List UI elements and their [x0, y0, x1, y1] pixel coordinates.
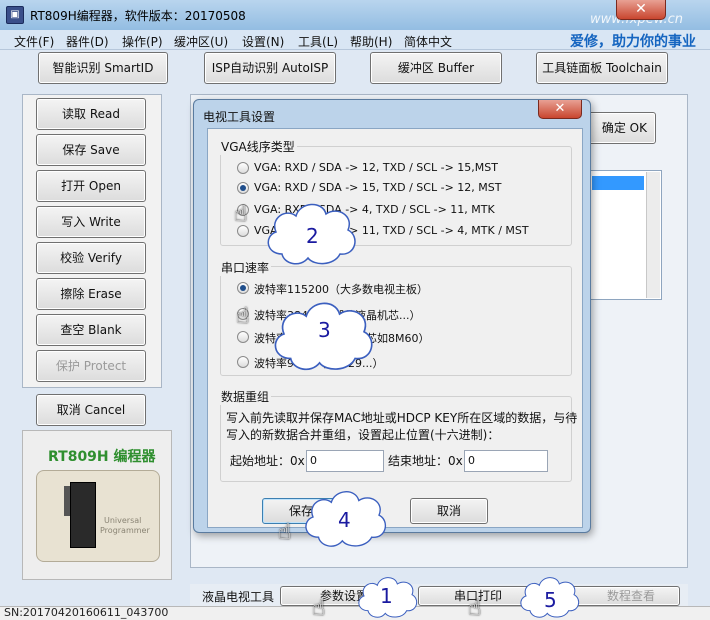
dialog-close-button[interactable]: ✕	[538, 100, 582, 119]
vga-option-2-label[interactable]: VGA: RXD / SDA -> 15, TXD / SCL -> 12, M…	[254, 181, 501, 194]
menu-bar: 文件(F) 器件(D) 操作(P) 缓冲区(U) 设置(N) 工具(L) 帮助(…	[0, 30, 710, 50]
start-address-label: 起始地址：0x	[230, 454, 305, 468]
product-title: RT809H 编程器	[48, 449, 156, 465]
hand-cursor-icon: ☝	[278, 520, 292, 545]
read-button[interactable]: 读取 Read	[36, 98, 146, 130]
menu-help[interactable]: 帮助(H)	[350, 33, 392, 50]
end-address-input[interactable]: 0	[464, 450, 548, 472]
hand-cursor-icon: ☝	[234, 202, 248, 227]
programmer-device-illustration	[36, 470, 160, 562]
start-address-input[interactable]: 0	[306, 450, 384, 472]
dialog-title: 电视工具设置	[203, 110, 276, 124]
menu-language[interactable]: 简体中文	[404, 33, 452, 50]
baud-option-1-radio[interactable]	[237, 282, 249, 294]
end-address-label: 结束地址：0x	[388, 454, 463, 468]
device-print-line1: Universal	[104, 516, 142, 525]
menu-tools[interactable]: 工具(L)	[298, 33, 338, 50]
toolchain-button[interactable]: 工具链面板 Toolchain	[536, 52, 668, 84]
zif-socket	[70, 482, 96, 548]
cancel-operation-button[interactable]: 取消 Cancel	[36, 394, 146, 426]
serial-number-text: SN:20170420160611_043700	[4, 606, 169, 619]
callout-number-4: 4	[338, 508, 351, 532]
menu-buffer[interactable]: 缓冲区(U)	[174, 33, 228, 50]
dialog-cancel-button[interactable]: 取消	[410, 498, 488, 524]
write-button[interactable]: 写入 Write	[36, 206, 146, 238]
smartid-button[interactable]: 智能识别 SmartID	[38, 52, 168, 84]
baud-option-3-radio[interactable]	[237, 331, 249, 343]
erase-button[interactable]: 擦除 Erase	[36, 278, 146, 310]
merge-group-title: 数据重组	[219, 388, 272, 405]
device-list-selected-row[interactable]	[592, 176, 644, 190]
window-close-button[interactable]: ✕	[616, 0, 666, 20]
save-button[interactable]: 保存 Save	[36, 134, 146, 166]
merge-description-line1: 写入前先读取并保存MAC地址或HDCP KEY所在区域的数据，与待	[226, 411, 578, 425]
hand-cursor-icon: ☝	[468, 596, 482, 620]
blank-button[interactable]: 查空 Blank	[36, 314, 146, 346]
hand-cursor-icon: ☝	[312, 596, 326, 620]
protect-button[interactable]: 保护 Protect	[36, 350, 146, 382]
vga-group-title: VGA线序类型	[219, 138, 297, 155]
callout-number-2: 2	[306, 224, 319, 248]
merge-description-line2: 写入的新数据合并重组，设置起止位置(十六进制)：	[226, 428, 500, 442]
callout-number-5: 5	[544, 588, 557, 612]
device-print-line2: Programmer	[100, 526, 150, 535]
menu-operation[interactable]: 操作(P)	[122, 33, 163, 50]
buffer-button[interactable]: 缓冲区 Buffer	[370, 52, 502, 84]
menu-file[interactable]: 文件(F)	[14, 33, 54, 50]
hand-cursor-icon: ☝	[236, 304, 250, 329]
slogan: 爱修，助力你的事业	[570, 34, 696, 50]
vga-option-2-radio[interactable]	[237, 182, 249, 194]
vga-option-1-radio[interactable]	[237, 162, 249, 174]
device-list-scrollbar[interactable]	[646, 172, 660, 298]
baud-option-4-radio[interactable]	[237, 356, 249, 368]
window-title: RT809H编程器，软件版本：20170508	[30, 9, 246, 23]
callout-number-1: 1	[380, 584, 393, 608]
chip-icon: ▣	[6, 6, 24, 24]
menu-device[interactable]: 器件(D)	[66, 33, 109, 50]
callout-number-3: 3	[318, 318, 331, 342]
verify-button[interactable]: 校验 Verify	[36, 242, 146, 274]
tv-tools-label: 液晶电视工具	[202, 590, 275, 604]
vga-option-1-label[interactable]: VGA: RXD / SDA -> 12, TXD / SCL -> 15,MS…	[254, 161, 498, 174]
open-button[interactable]: 打开 Open	[36, 170, 146, 202]
autoisp-button[interactable]: ISP自动识别 AutoISP	[204, 52, 336, 84]
menu-settings[interactable]: 设置(N)	[242, 33, 284, 50]
